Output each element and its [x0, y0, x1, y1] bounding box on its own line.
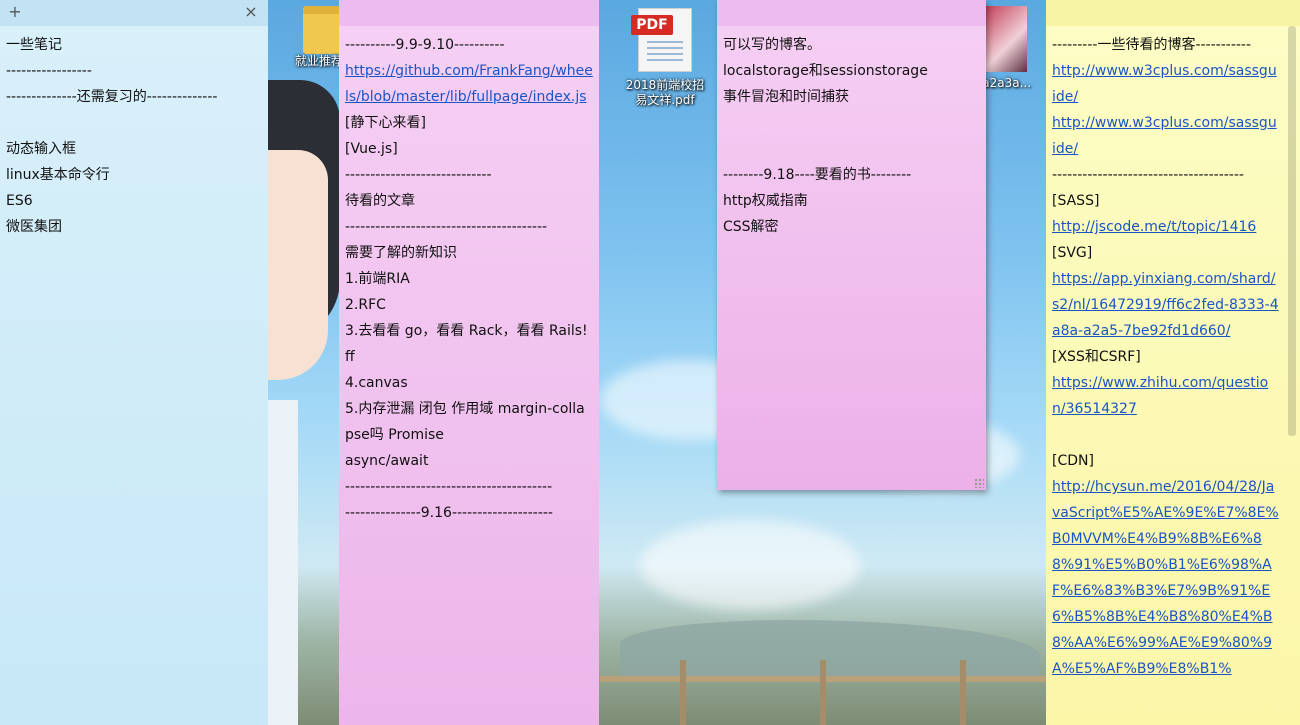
add-note-button[interactable]: + [6, 3, 24, 21]
note-line: -------------------------------------- [1052, 167, 1244, 183]
face [268, 150, 328, 380]
note-title-bar[interactable] [1046, 0, 1300, 26]
note-link[interactable]: http://hcysun.me/2016/04/28/JavaScript%E… [1052, 474, 1280, 682]
note-line: ---------一些待看的博客----------- [1052, 37, 1252, 53]
pdf-badge: PDF [631, 15, 673, 35]
note-line: localstorage和sessionstorage [723, 63, 928, 79]
note-line: 可以写的博客。 [723, 37, 821, 53]
note-link[interactable]: http://www.w3cplus.com/sassguide/ [1052, 110, 1280, 162]
fence-post [680, 660, 686, 725]
note-body[interactable]: 可以写的博客。 localstorage和sessionstorage 事件冒泡和时… [717, 26, 986, 240]
note-line: 需要了解的新知识 [345, 245, 457, 261]
note-line: --------------还需复习的-------------- [6, 89, 218, 105]
note-line: ----------------------------- [345, 167, 492, 183]
note-line [1052, 422, 1280, 448]
note-title-bar[interactable] [339, 0, 599, 26]
note-link[interactable]: https://github.com/FrankFang/wheels/blob… [345, 58, 593, 110]
note-line: 待看的文章 [345, 193, 415, 209]
note-body[interactable]: ---------一些待看的博客----------- http://www.w3… [1046, 26, 1300, 682]
note-line [723, 110, 980, 136]
note-line: CSS解密 [723, 219, 779, 235]
note-line: 一些笔记 [6, 37, 62, 53]
note-line: async/await [345, 453, 429, 469]
scrollbar-thumb[interactable] [1288, 26, 1296, 436]
note-line: 2.RFC [345, 297, 386, 313]
pdf-lines [647, 41, 683, 65]
note-line: [SVG] [1052, 245, 1093, 261]
scrollbar[interactable] [1282, 26, 1300, 725]
note-line: 3.去看看 go，看看 Rack，看看 Rails! ff [345, 323, 593, 365]
sticky-note-blue[interactable]: + × 一些笔记 ----------------- --------------还… [0, 0, 268, 725]
note-line: 1.前端RIA [345, 271, 410, 287]
note-line: ---------------------------------------- [345, 219, 548, 235]
sticky-note-pink-left[interactable]: ----------9.9-9.10---------- https://gith… [339, 0, 599, 725]
note-line: 微医集团 [6, 219, 62, 235]
desktop: 就业推荐班 PDF 2018前端校招易文祥.pdf ea2a3a... + × … [0, 0, 1300, 725]
note-line: [静下心来看] [345, 115, 426, 131]
shoulder [268, 400, 298, 725]
desktop-pdf-icon[interactable]: PDF 2018前端校招易文祥.pdf [622, 8, 708, 108]
note-title-bar[interactable]: + × [0, 0, 268, 26]
note-line [723, 136, 980, 162]
note-body[interactable]: ----------9.9-9.10---------- https://gith… [339, 26, 599, 526]
cloud [640, 520, 860, 610]
note-line: 5.内存泄漏 闭包 作用域 margin-collapse吗 Promise [345, 401, 585, 443]
note-line: 动态输入框 [6, 141, 76, 157]
note-line: ES6 [6, 193, 33, 209]
note-title-bar[interactable] [717, 0, 986, 26]
close-note-button[interactable]: × [242, 3, 260, 21]
note-body[interactable]: 一些笔记 ----------------- --------------还需复习的… [0, 26, 268, 240]
note-link[interactable]: http://jscode.me/t/topic/1416 [1052, 214, 1280, 240]
note-link[interactable]: http://www.w3cplus.com/sassguide/ [1052, 58, 1280, 110]
note-line: --------9.18----要看的书-------- [723, 167, 912, 183]
sticky-note-pink-right[interactable]: 可以写的博客。 localstorage和sessionstorage 事件冒泡和时… [717, 0, 986, 490]
image-file-icon [979, 6, 1027, 72]
note-line: [XSS和CSRF] [1052, 349, 1141, 365]
note-link[interactable]: https://app.yinxiang.com/shard/s2/nl/164… [1052, 266, 1280, 344]
note-line: ----------9.9-9.10---------- [345, 37, 505, 53]
note-link[interactable]: https://www.zhihu.com/question/36514327 [1052, 370, 1280, 422]
note-line: http权威指南 [723, 193, 808, 209]
note-line: ---------------9.16-------------------- [345, 505, 553, 521]
fence-post [820, 660, 826, 725]
note-line: ----------------------------------------… [345, 479, 553, 495]
note-line: 事件冒泡和时间捕获 [723, 89, 849, 105]
note-line: [SASS] [1052, 193, 1100, 209]
note-line: ----------------- [6, 63, 92, 79]
resize-grip-icon[interactable] [974, 478, 984, 488]
sticky-note-yellow[interactable]: ---------一些待看的博客----------- http://www.w3… [1046, 0, 1300, 725]
note-line [6, 110, 262, 136]
fence-post [960, 660, 966, 725]
note-line: [Vue.js] [345, 141, 398, 157]
desktop-icon-label: 2018前端校招易文祥.pdf [625, 78, 705, 107]
note-line: [CDN] [1052, 453, 1094, 469]
pdf-file-icon: PDF [631, 8, 692, 72]
note-line: 4.canvas [345, 375, 408, 391]
wallpaper-character [268, 0, 340, 725]
note-line: linux基本命令行 [6, 167, 110, 183]
